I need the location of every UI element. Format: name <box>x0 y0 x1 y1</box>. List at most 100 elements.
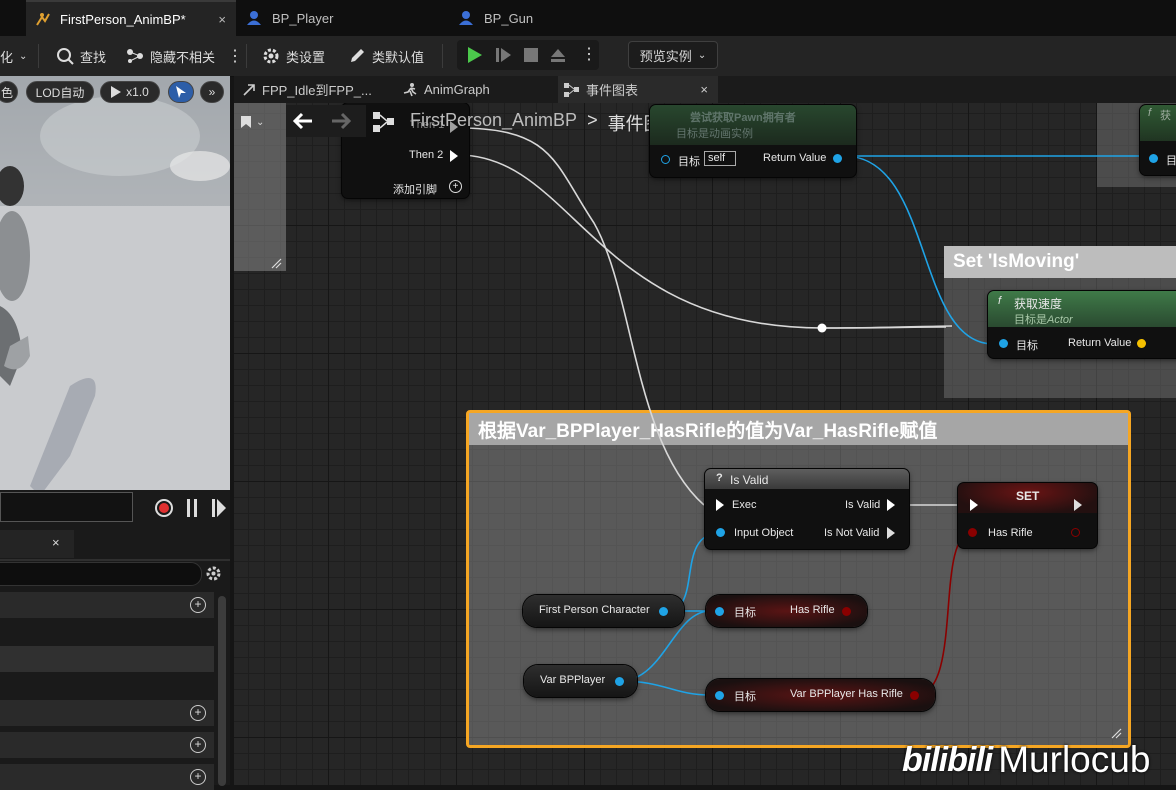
pin-is-not-valid: Is Not Valid <box>824 527 880 539</box>
bookmark-button[interactable]: ⌄ <box>240 111 278 133</box>
set-has-rifle-node[interactable]: SET Has Rifle <box>958 483 1097 548</box>
object-pin[interactable] <box>715 691 724 700</box>
search-input[interactable] <box>0 562 202 586</box>
graph-tab-bar: FPP_Idle到FPP_... AnimGraph 事件图表 × <box>234 76 1176 103</box>
record-icon[interactable] <box>154 498 174 518</box>
class-settings-button[interactable]: 类设置 <box>262 36 325 76</box>
tab-animgraph[interactable]: AnimGraph <box>402 76 490 103</box>
preview-instance-dropdown[interactable]: 预览实例 ⌄ <box>628 41 718 69</box>
exec-pin[interactable] <box>1074 499 1082 511</box>
var-bpplayer-variable[interactable]: Var BPPlayer <box>524 665 637 697</box>
viewport-scene <box>0 76 230 490</box>
tab-event-graph[interactable]: 事件图表 × <box>558 76 718 103</box>
tab-fpp-idle-transition[interactable]: FPP_Idle到FPP_... <box>242 76 372 103</box>
more-options-icon[interactable]: ⋮ <box>227 36 243 76</box>
preview-viewport[interactable]: 色 LOD自动 x1.0 » <box>0 76 230 490</box>
exec-pin[interactable] <box>887 527 895 539</box>
function-node-partial[interactable]: f 获 目 <box>1140 105 1176 175</box>
viewport-more-button[interactable]: » <box>200 81 224 103</box>
running-man-icon <box>403 82 417 96</box>
compile-button[interactable]: 化 ⌄ <box>0 36 27 76</box>
play-icon <box>111 86 122 98</box>
add-icon[interactable]: + <box>190 597 206 613</box>
tab-firstperson-animbp[interactable]: FirstPerson_AnimBP* × <box>26 0 236 36</box>
pause-icon[interactable] <box>186 499 198 517</box>
node-subtitle: 目标是动画实例 <box>676 128 753 140</box>
object-pin[interactable] <box>615 677 624 686</box>
timeline-scrubber[interactable] <box>0 492 133 522</box>
event-graph-canvas[interactable]: Set 'IsMoving' 根据Var_BPPlayer_HasRifle的值… <box>234 103 1176 785</box>
object-pin[interactable] <box>661 155 670 164</box>
chevron-down-icon: ⌄ <box>19 50 28 62</box>
get-bpplayer-has-rifle-node[interactable]: 目标 Var BPPlayer Has Rifle <box>706 679 935 711</box>
exec-pin[interactable] <box>716 499 724 511</box>
object-pin[interactable] <box>716 528 725 537</box>
try-get-pawn-owner-node[interactable]: 尝试获取Pawn拥有者 目标是动画实例 目标 self Return Value <box>650 105 856 177</box>
hide-unrelated-button[interactable]: 隐藏不相关 <box>126 36 215 76</box>
scrollbar[interactable] <box>218 596 226 786</box>
play-icon[interactable] <box>466 46 484 64</box>
object-pin[interactable] <box>659 607 668 616</box>
object-pin[interactable] <box>1149 154 1158 163</box>
forward-arrow-icon[interactable] <box>330 112 352 130</box>
anim-blueprint-icon <box>36 13 50 26</box>
stop-icon[interactable] <box>523 47 539 63</box>
back-arrow-icon[interactable] <box>292 112 314 130</box>
add-icon[interactable]: + <box>190 769 206 785</box>
exec-pin[interactable] <box>970 499 978 511</box>
bool-pin[interactable] <box>842 607 851 616</box>
close-icon[interactable]: × <box>52 535 60 550</box>
pin-input-object: Input Object <box>734 527 794 539</box>
details-row[interactable]: + <box>0 764 214 790</box>
eject-icon[interactable] <box>549 46 567 64</box>
get-velocity-node[interactable]: f 获取速度 目标是Actor 目标 Return Value <box>988 291 1176 358</box>
is-valid-node[interactable]: ? Is Valid Exec Is Valid Input Object Is… <box>705 469 909 549</box>
lod-button[interactable]: LOD自动 <box>26 81 94 103</box>
object-pin[interactable] <box>715 607 724 616</box>
step-icon[interactable] <box>495 46 513 64</box>
details-row[interactable]: + <box>0 732 214 758</box>
find-button[interactable]: 查找 <box>56 36 106 76</box>
vector-pin[interactable] <box>1137 339 1146 348</box>
dropdown-label: 预览实例 <box>639 48 692 64</box>
object-pin[interactable] <box>833 154 842 163</box>
object-pin[interactable] <box>999 339 1008 348</box>
add-icon[interactable]: + <box>190 737 206 753</box>
details-tab[interactable]: × <box>0 530 74 558</box>
first-person-character-variable[interactable]: First Person Character <box>523 595 684 627</box>
tab-bp-gun[interactable]: BP_Gun <box>456 0 656 36</box>
add-icon[interactable]: + <box>449 180 462 193</box>
bool-pin[interactable] <box>1071 528 1080 537</box>
toolbar-label: 化 <box>0 49 14 65</box>
tab-bp-player[interactable]: BP_Player <box>244 0 444 36</box>
add-icon[interactable]: + <box>190 705 206 721</box>
blueprint-icon <box>459 11 473 25</box>
chevron-down-icon: ⌄ <box>256 116 265 128</box>
breadcrumb-root[interactable]: FirstPerson_AnimBP <box>410 110 577 136</box>
pin-var-bpplayer-has-rifle: Var BPPlayer Has Rifle <box>790 688 903 700</box>
gear-icon[interactable] <box>205 565 222 582</box>
exec-pin[interactable] <box>887 499 895 511</box>
pin-return-value: Return Value <box>1068 337 1132 349</box>
play-speed-button[interactable]: x1.0 <box>100 81 160 103</box>
close-icon[interactable]: × <box>700 82 708 97</box>
details-row[interactable]: + <box>0 700 214 726</box>
step-forward-icon[interactable] <box>211 499 227 517</box>
select-mode-button[interactable] <box>168 81 194 103</box>
details-row[interactable] <box>0 646 214 672</box>
exec-pin[interactable] <box>450 150 458 162</box>
divider <box>246 44 247 68</box>
divider <box>0 559 230 561</box>
more-options-icon[interactable]: ⋮ <box>581 44 597 64</box>
resize-grip-icon[interactable] <box>270 257 282 269</box>
class-defaults-button[interactable]: 类默认值 <box>348 36 424 76</box>
self-input[interactable]: self <box>704 151 736 166</box>
get-has-rifle-node[interactable]: 目标 Has Rifle <box>706 595 867 627</box>
bool-pin[interactable] <box>910 691 919 700</box>
details-row[interactable]: + <box>0 592 214 618</box>
pin-target: 目标 <box>678 156 700 168</box>
details-panel: × + + + + <box>0 528 230 790</box>
play-controls: ⋮ <box>457 40 599 70</box>
close-icon[interactable]: × <box>218 12 226 27</box>
bool-pin[interactable] <box>968 528 977 537</box>
